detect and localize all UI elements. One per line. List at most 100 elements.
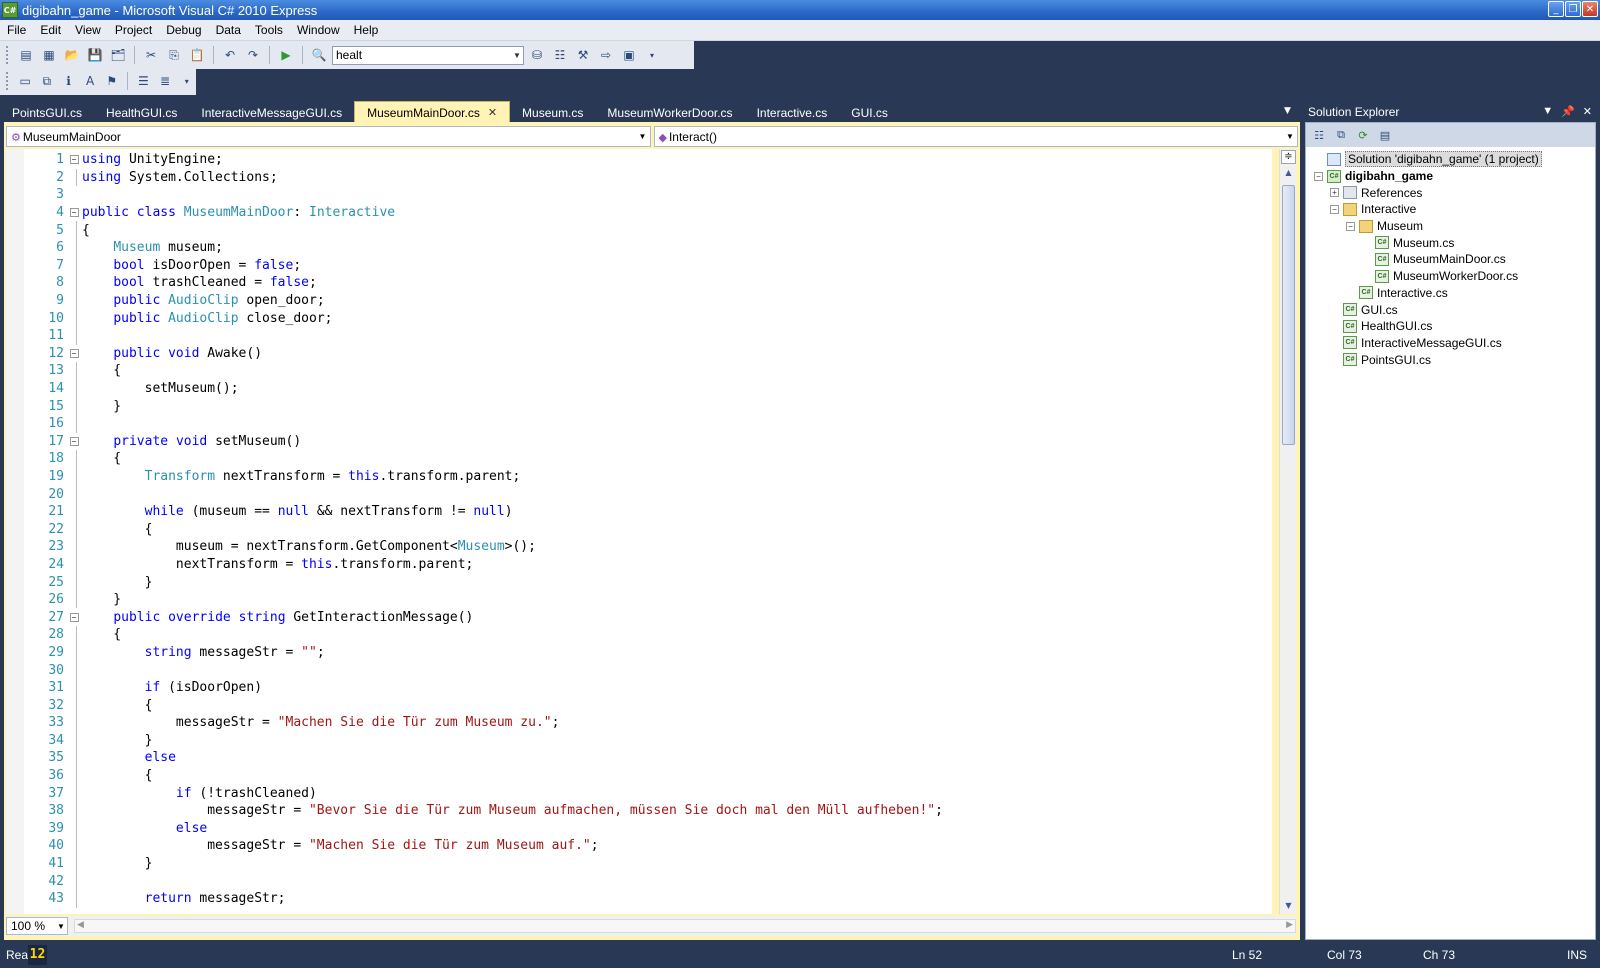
- code-line[interactable]: 11: [24, 326, 943, 345]
- parameter-info-button[interactable]: ⧉: [38, 71, 57, 91]
- collapse-icon[interactable]: −: [1330, 204, 1339, 214]
- code-line[interactable]: 41 }: [24, 854, 943, 873]
- types-combo[interactable]: ⚙ MuseumMainDoor ▼: [6, 126, 651, 147]
- minimize-button[interactable]: _: [1548, 1, 1564, 17]
- code-line[interactable]: 36 {: [24, 766, 943, 785]
- scroll-down-icon[interactable]: ▼: [1282, 901, 1295, 914]
- code-line[interactable]: 1− using UnityEngine;: [24, 151, 943, 169]
- open-file-button[interactable]: 📂: [62, 45, 82, 65]
- close-icon[interactable]: ✕: [1583, 105, 1592, 118]
- bookmark-button[interactable]: ⚑: [102, 71, 121, 91]
- tree-item[interactable]: C# GUI.cs: [1306, 301, 1595, 318]
- tab-pointsgui[interactable]: PointsGUI.cs: [0, 103, 94, 123]
- code-line[interactable]: 22 {: [24, 520, 943, 539]
- zoom-combo[interactable]: 100 % ▼: [6, 917, 68, 935]
- tree-item[interactable]: − C# digibahn_game: [1306, 168, 1595, 185]
- toolbar-grip[interactable]: [6, 72, 10, 90]
- collapse-icon[interactable]: −: [1314, 171, 1323, 181]
- properties-button[interactable]: ☷: [1310, 126, 1328, 144]
- display-object-member-list-button[interactable]: ▭: [16, 71, 35, 91]
- code-line[interactable]: 33 messageStr = "Machen Sie die Tür zum …: [24, 714, 943, 732]
- code-line[interactable]: 20: [24, 485, 943, 503]
- collapse-region-icon[interactable]: −: [68, 347, 80, 359]
- code-line[interactable]: 27− public override string GetInteractio…: [24, 608, 943, 626]
- uncomment-lines-button[interactable]: ≣: [156, 71, 175, 91]
- tree-item[interactable]: − Interactive: [1306, 201, 1595, 218]
- undo-button[interactable]: ↶: [220, 45, 240, 65]
- code-line[interactable]: 8 bool trashCleaned = false;: [24, 274, 943, 292]
- redo-button[interactable]: ↷: [243, 45, 263, 65]
- tree-item[interactable]: C# PointsGUI.cs: [1306, 351, 1595, 368]
- complete-word-button[interactable]: A: [81, 71, 100, 91]
- tree-item[interactable]: Solution 'digibahn_game' (1 project): [1306, 151, 1595, 168]
- code-line[interactable]: 31 if (isDoorOpen): [24, 678, 943, 697]
- toolbar-grip[interactable]: [6, 46, 10, 64]
- start-debugging-button[interactable]: ▶: [276, 45, 296, 65]
- scroll-thumb[interactable]: [1282, 185, 1295, 445]
- toolbar-options-button[interactable]: ▾: [177, 71, 196, 91]
- find-combo[interactable]: healt ▼: [332, 45, 524, 65]
- code-line[interactable]: 35 else: [24, 749, 943, 767]
- properties-button[interactable]: ☷: [550, 45, 570, 65]
- code-line[interactable]: 5{: [24, 221, 943, 239]
- code-line[interactable]: 6 Museum museum;: [24, 238, 943, 257]
- menu-data[interactable]: Data: [209, 23, 248, 37]
- window-position-icon[interactable]: ▼: [1542, 105, 1553, 118]
- tree-item[interactable]: C# InteractiveMessageGUI.cs: [1306, 335, 1595, 352]
- paste-button[interactable]: 📋: [187, 45, 207, 65]
- expand-icon[interactable]: +: [1330, 188, 1339, 198]
- menu-file[interactable]: File: [0, 23, 33, 37]
- code-line[interactable]: 32 {: [24, 696, 943, 714]
- code-line[interactable]: 17− private void setMuseum(): [24, 433, 943, 451]
- code-line[interactable]: 18 {: [24, 450, 943, 468]
- close-button[interactable]: ✕: [1582, 1, 1598, 17]
- tab-healthgui[interactable]: HealthGUI.cs: [94, 103, 189, 123]
- close-tab-icon[interactable]: ✕: [488, 106, 497, 119]
- code-line[interactable]: 4− public class MuseumMainDoor: Interacti…: [24, 204, 943, 222]
- maximize-button[interactable]: ❐: [1565, 1, 1581, 17]
- cut-button[interactable]: ✂: [141, 45, 161, 65]
- code-line[interactable]: 3: [24, 186, 943, 204]
- toolbox-button[interactable]: ⚒: [573, 45, 593, 65]
- code-line[interactable]: 16: [24, 414, 943, 433]
- tree-item[interactable]: C# HealthGUI.cs: [1306, 318, 1595, 335]
- code-line[interactable]: 43 return messageStr;: [24, 889, 943, 908]
- code-line[interactable]: 24 nextTransform = this.transform.parent…: [24, 555, 943, 574]
- tab-gui[interactable]: GUI.cs: [839, 103, 900, 123]
- splitter-icon[interactable]: ≑: [1281, 150, 1296, 164]
- menu-tools[interactable]: Tools: [248, 23, 290, 37]
- solution-explorer-button[interactable]: ⛁: [527, 45, 547, 65]
- vertical-scrollbar[interactable]: ≑ ▲ ▼: [1279, 149, 1296, 914]
- code-line[interactable]: 10 public AudioClip close_door;: [24, 309, 943, 327]
- menu-project[interactable]: Project: [108, 23, 159, 37]
- menu-view[interactable]: View: [68, 23, 108, 37]
- code-line[interactable]: 15 }: [24, 397, 943, 415]
- members-combo[interactable]: ◆ Interact() ▼: [653, 126, 1298, 147]
- show-all-files-button[interactable]: ⧉: [1332, 126, 1350, 144]
- add-item-button[interactable]: ▦: [39, 45, 59, 65]
- tree-item[interactable]: + References: [1306, 184, 1595, 201]
- tree-item[interactable]: − Museum: [1306, 218, 1595, 235]
- collapse-region-icon[interactable]: −: [68, 207, 80, 219]
- pin-icon[interactable]: 📌: [1561, 105, 1575, 118]
- code-line[interactable]: 37 if (!trashCleaned): [24, 784, 943, 802]
- find-in-files-button[interactable]: 🔍: [309, 45, 329, 65]
- code-line[interactable]: 39 else: [24, 819, 943, 838]
- code-line[interactable]: 34 }: [24, 731, 943, 750]
- code-line[interactable]: 14 setMuseum();: [24, 379, 943, 398]
- copy-button[interactable]: ⎘: [164, 45, 184, 65]
- tree-item[interactable]: C# MuseumMainDoor.cs: [1306, 251, 1595, 268]
- code-line[interactable]: 7 bool isDoorOpen = false;: [24, 256, 943, 275]
- menu-window[interactable]: Window: [290, 23, 347, 37]
- tree-item[interactable]: C# Museum.cs: [1306, 234, 1595, 251]
- tab-list-dropdown-icon[interactable]: ▼: [1284, 106, 1291, 116]
- code-line[interactable]: 30: [24, 661, 943, 679]
- code-line[interactable]: 38 messageStr = "Bevor Sie die Tür zum M…: [24, 801, 943, 820]
- tab-interactivemessagegui[interactable]: InteractiveMessageGUI.cs: [189, 103, 354, 123]
- collapse-region-icon[interactable]: −: [68, 154, 80, 166]
- collapse-region-icon[interactable]: −: [68, 611, 80, 623]
- code-line[interactable]: 13 {: [24, 362, 943, 380]
- code-editor[interactable]: 1− using UnityEngine; 2 using System.Collec…: [6, 149, 1272, 914]
- start-page-button[interactable]: ⇨: [596, 45, 616, 65]
- code-line[interactable]: 42: [24, 872, 943, 890]
